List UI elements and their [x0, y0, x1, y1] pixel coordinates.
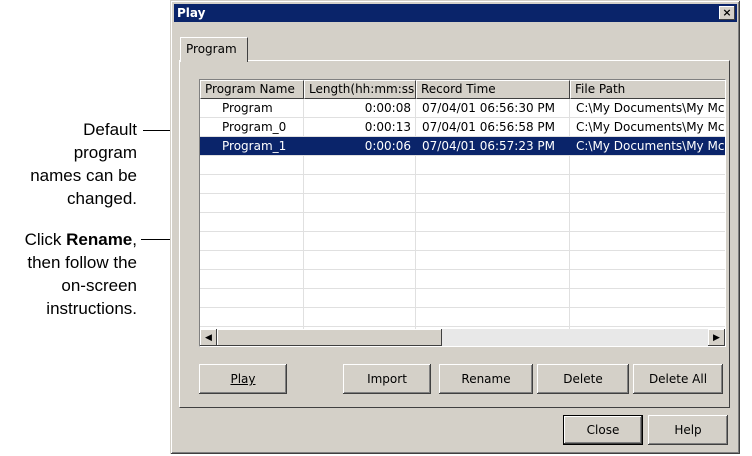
callout-line: changed.	[67, 189, 137, 208]
cell-record-time: 07/04/01 06:57:23 PM	[422, 139, 556, 153]
cell-length: 0:00:13	[364, 120, 411, 134]
scroll-left-icon[interactable]: ◀	[200, 329, 217, 346]
callout-line: Default	[83, 120, 137, 139]
column-header-program-name[interactable]: Program Name	[200, 80, 304, 99]
delete-all-button[interactable]: Delete All	[633, 364, 723, 394]
delete-button[interactable]: Delete	[537, 364, 629, 394]
column-header-file-path[interactable]: File Path	[570, 80, 725, 99]
callout-rename: Click Rename, then follow the on-screen …	[25, 228, 137, 320]
import-button-label: Import	[367, 372, 407, 386]
table-row[interactable]: Program 0:00:08 07/04/01 06:56:30 PM C:\…	[200, 99, 725, 118]
empty-row	[200, 175, 725, 194]
cell-length: 0:00:06	[364, 139, 411, 153]
callout-bold-rename: Rename	[66, 230, 133, 249]
tab-program[interactable]: Program	[180, 37, 248, 62]
help-button-label: Help	[674, 423, 702, 437]
callout-line: Click Rename,	[25, 228, 137, 251]
empty-row	[200, 213, 725, 232]
title-bar: Play ×	[174, 4, 737, 22]
horizontal-scrollbar[interactable]: ◀ ▶	[200, 329, 725, 346]
cell-program-name: Program_1	[222, 139, 287, 153]
empty-row	[200, 251, 725, 270]
column-header-length[interactable]: Length(hh:mm:ss)	[304, 80, 416, 99]
scroll-right-icon[interactable]: ▶	[708, 329, 725, 346]
empty-row	[200, 289, 725, 308]
empty-row	[200, 308, 725, 327]
callout-line: then follow the	[27, 253, 137, 272]
cell-record-time: 07/04/01 06:56:30 PM	[422, 101, 556, 115]
cell-record-time: 07/04/01 06:56:58 PM	[422, 120, 556, 134]
cell-program-name: Program_0	[222, 120, 287, 134]
empty-row	[200, 270, 725, 289]
close-button[interactable]: Close	[563, 415, 643, 445]
cell-program-name: Program	[222, 101, 273, 115]
empty-row	[200, 194, 725, 213]
cell-file-path: C:\My Documents\My Mc	[576, 139, 725, 153]
close-button-label: Close	[586, 423, 620, 437]
play-dialog: Play × Program Program Name Length(hh:mm…	[170, 0, 740, 454]
callout-default-names: Default program names can be changed.	[30, 118, 137, 210]
delete-button-label: Delete	[563, 372, 603, 386]
empty-row	[200, 156, 725, 175]
window-title: Play	[177, 6, 206, 20]
callout-line: on-screen	[61, 276, 137, 295]
table-body: Program 0:00:08 07/04/01 06:56:30 PM C:\…	[200, 99, 725, 327]
help-button[interactable]: Help	[648, 415, 728, 445]
table-row[interactable]: Program_0 0:00:13 07/04/01 06:56:58 PM C…	[200, 118, 725, 137]
cell-length: 0:00:08	[364, 101, 411, 115]
callout-line: names can be	[30, 166, 137, 185]
play-button-label: Play	[230, 372, 256, 386]
close-icon[interactable]: ×	[719, 6, 735, 20]
callout-line: program	[73, 143, 137, 162]
rename-button-label: Rename	[461, 372, 511, 386]
column-header-record-time[interactable]: Record Time	[416, 80, 570, 99]
import-button[interactable]: Import	[343, 364, 431, 394]
cell-file-path: C:\My Documents\My Mc	[576, 101, 725, 115]
callout-line: instructions.	[46, 299, 137, 318]
empty-row	[200, 232, 725, 251]
cell-file-path: C:\My Documents\My Mc	[576, 120, 725, 134]
table-row-selected[interactable]: Program_1 0:00:06 07/04/01 06:57:23 PM C…	[200, 137, 725, 156]
callout-text: Click	[24, 230, 67, 249]
rename-button[interactable]: Rename	[439, 364, 533, 394]
scroll-thumb[interactable]	[217, 329, 442, 346]
delete-all-button-label: Delete All	[648, 372, 708, 386]
callout-text: ,	[132, 230, 137, 249]
play-button[interactable]: Play	[199, 364, 287, 394]
program-list[interactable]: Program Name Length(hh:mm:ss) Record Tim…	[199, 79, 726, 347]
